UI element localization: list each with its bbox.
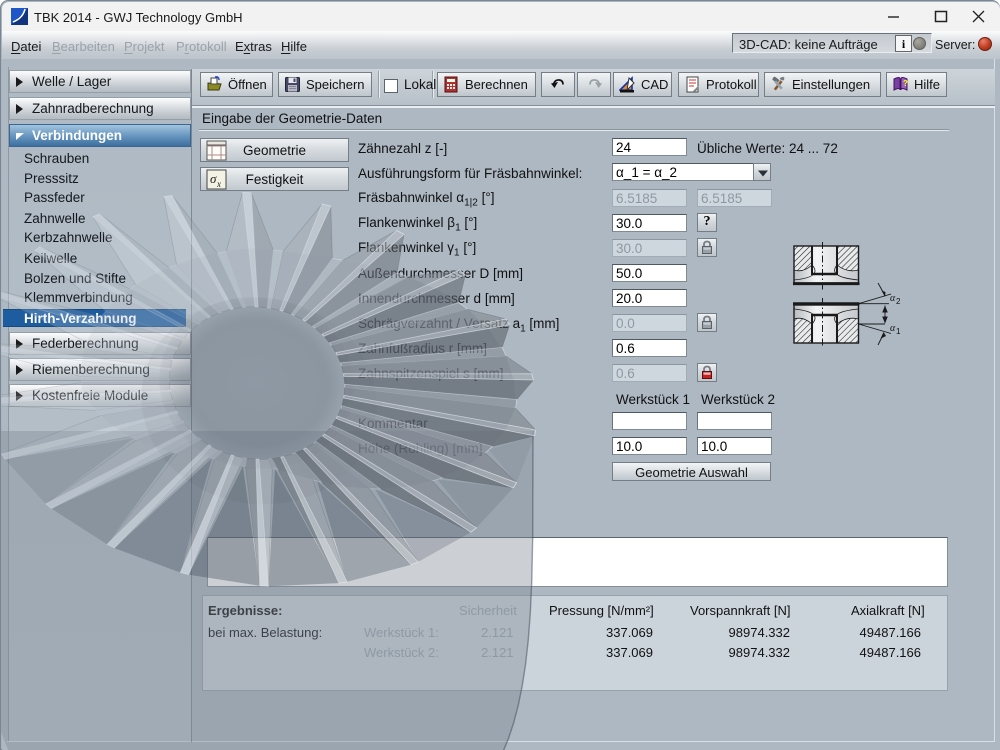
svg-text:1: 1 <box>896 327 901 336</box>
svg-text:?: ? <box>903 79 908 88</box>
svg-text:2: 2 <box>896 297 901 306</box>
